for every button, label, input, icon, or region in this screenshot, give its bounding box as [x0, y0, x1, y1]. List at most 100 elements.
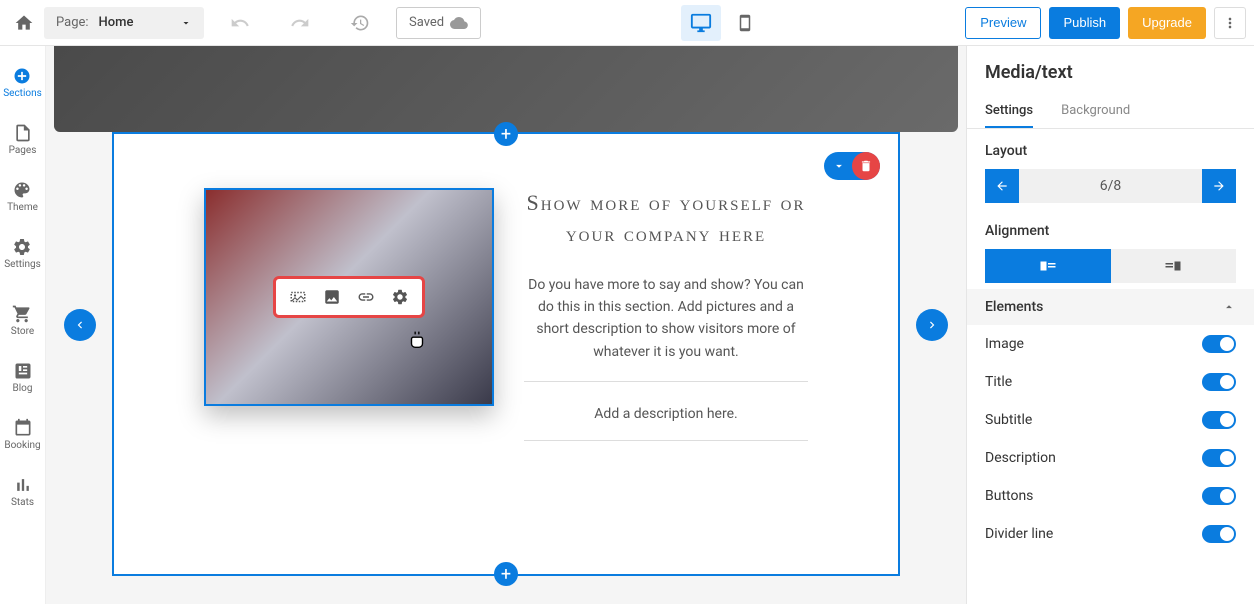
layout-label: Layout — [985, 143, 1236, 159]
element-row-description: Description — [967, 439, 1254, 477]
toggle-buttons[interactable] — [1202, 487, 1236, 505]
image-link-button[interactable] — [354, 285, 378, 309]
layout-prev-button[interactable] — [985, 169, 1019, 203]
alignment-section: Alignment — [967, 209, 1254, 289]
chevron-down-icon — [832, 159, 846, 173]
toggle-subtitle[interactable] — [1202, 411, 1236, 429]
sidebar-item-booking[interactable]: Booking — [4, 418, 40, 451]
top-toolbar: Page: Home Saved Preview Publish Upgrade — [0, 0, 1254, 46]
page-value: Home — [99, 15, 174, 30]
element-label: Divider line — [985, 526, 1053, 542]
page-label: Page: — [56, 15, 89, 30]
element-row-divider: Divider line — [967, 515, 1254, 553]
tab-background[interactable]: Background — [1061, 95, 1130, 128]
alignment-control — [985, 249, 1236, 283]
divider-line — [524, 440, 808, 441]
nav-prev-button[interactable] — [64, 309, 96, 341]
sidebar-item-theme[interactable]: Theme — [7, 180, 38, 213]
element-row-title: Title — [967, 363, 1254, 401]
section-subdescription[interactable]: Add a description here. — [524, 406, 808, 422]
saved-button[interactable]: Saved — [396, 7, 481, 39]
upgrade-button[interactable]: Upgrade — [1128, 7, 1206, 39]
history-button[interactable] — [344, 7, 376, 39]
elements-accordion[interactable]: Elements — [967, 289, 1254, 325]
preview-button[interactable]: Preview — [965, 7, 1041, 39]
layout-next-button[interactable] — [1202, 169, 1236, 203]
element-row-image: Image — [967, 325, 1254, 363]
layout-section: Layout 6/8 — [967, 129, 1254, 209]
main-area: Sections Pages Theme Settings Store Blog… — [0, 46, 1254, 604]
sidebar-label: Settings — [4, 259, 41, 270]
element-label: Image — [985, 336, 1024, 352]
sidebar-label: Sections — [3, 88, 42, 99]
sidebar-label: Theme — [7, 202, 38, 213]
more-vertical-icon — [1222, 15, 1238, 31]
canvas: + + — [46, 46, 966, 604]
hero-background — [54, 46, 958, 132]
section-media-text[interactable]: + + — [112, 132, 900, 576]
sidebar-item-settings[interactable]: Settings — [4, 237, 41, 270]
sidebar-label: Booking — [4, 440, 40, 451]
image-upload-button[interactable] — [320, 285, 344, 309]
chevron-up-icon — [1222, 300, 1236, 314]
section-controls — [824, 152, 880, 180]
align-right-button[interactable] — [1111, 249, 1237, 283]
sidebar-item-sections[interactable]: Sections — [3, 66, 42, 99]
panel-tabs: Settings Background — [967, 95, 1254, 129]
saved-label: Saved — [409, 15, 444, 30]
cursor-icon — [406, 328, 428, 350]
device-toggle — [681, 5, 765, 41]
toggle-divider[interactable] — [1202, 525, 1236, 543]
image-column — [204, 188, 494, 406]
more-button[interactable] — [1214, 7, 1246, 39]
page-selector[interactable]: Page: Home — [44, 7, 204, 39]
toolbar-right-actions: Preview Publish Upgrade — [965, 7, 1246, 39]
publish-button[interactable]: Publish — [1049, 7, 1120, 39]
layout-value: 6/8 — [1019, 169, 1202, 203]
toggle-title[interactable] — [1202, 373, 1236, 391]
desktop-view-button[interactable] — [681, 5, 721, 41]
section-expand-button[interactable] — [824, 152, 854, 180]
panel-title: Media/text — [967, 46, 1254, 95]
cloud-icon — [450, 14, 468, 32]
element-label: Title — [985, 374, 1012, 390]
nav-next-button[interactable] — [916, 309, 948, 341]
text-column: Show more of yourself or your company he… — [524, 188, 808, 465]
sidebar-label: Stats — [11, 497, 34, 508]
add-section-above-button[interactable]: + — [494, 122, 518, 146]
sidebar-label: Store — [11, 326, 34, 337]
undo-button[interactable] — [224, 7, 256, 39]
elements-label: Elements — [985, 299, 1043, 315]
sidebar-item-blog[interactable]: Blog — [13, 361, 33, 394]
content-row: Show more of yourself or your company he… — [114, 134, 898, 465]
element-label: Description — [985, 450, 1056, 466]
sidebar-item-stats[interactable]: Stats — [11, 475, 34, 508]
divider-line — [524, 381, 808, 382]
section-title[interactable]: Show more of yourself or your company he… — [524, 188, 808, 250]
right-panel: Media/text Settings Background Layout 6/… — [966, 46, 1254, 604]
element-label: Subtitle — [985, 412, 1032, 428]
mobile-view-button[interactable] — [725, 5, 765, 41]
sidebar-item-pages[interactable]: Pages — [9, 123, 37, 156]
sidebar-label: Blog — [13, 383, 33, 394]
image-element[interactable] — [204, 188, 494, 406]
section-description[interactable]: Do you have more to say and show? You ca… — [524, 274, 808, 364]
chevron-down-icon — [180, 17, 192, 29]
image-toolbar — [273, 276, 425, 318]
toggle-description[interactable] — [1202, 449, 1236, 467]
element-row-buttons: Buttons — [967, 477, 1254, 515]
align-left-button[interactable] — [985, 249, 1111, 283]
redo-button[interactable] — [284, 7, 316, 39]
image-placeholder-button[interactable] — [286, 285, 310, 309]
left-sidebar: Sections Pages Theme Settings Store Blog… — [0, 46, 46, 604]
add-section-below-button[interactable]: + — [494, 562, 518, 586]
section-delete-button[interactable] — [852, 152, 880, 180]
sidebar-item-store[interactable]: Store — [11, 304, 34, 337]
alignment-label: Alignment — [985, 223, 1236, 239]
tab-settings[interactable]: Settings — [985, 95, 1033, 128]
element-row-subtitle: Subtitle — [967, 401, 1254, 439]
home-button[interactable] — [8, 7, 40, 39]
image-settings-button[interactable] — [388, 285, 412, 309]
sidebar-label: Pages — [9, 145, 37, 156]
toggle-image[interactable] — [1202, 335, 1236, 353]
